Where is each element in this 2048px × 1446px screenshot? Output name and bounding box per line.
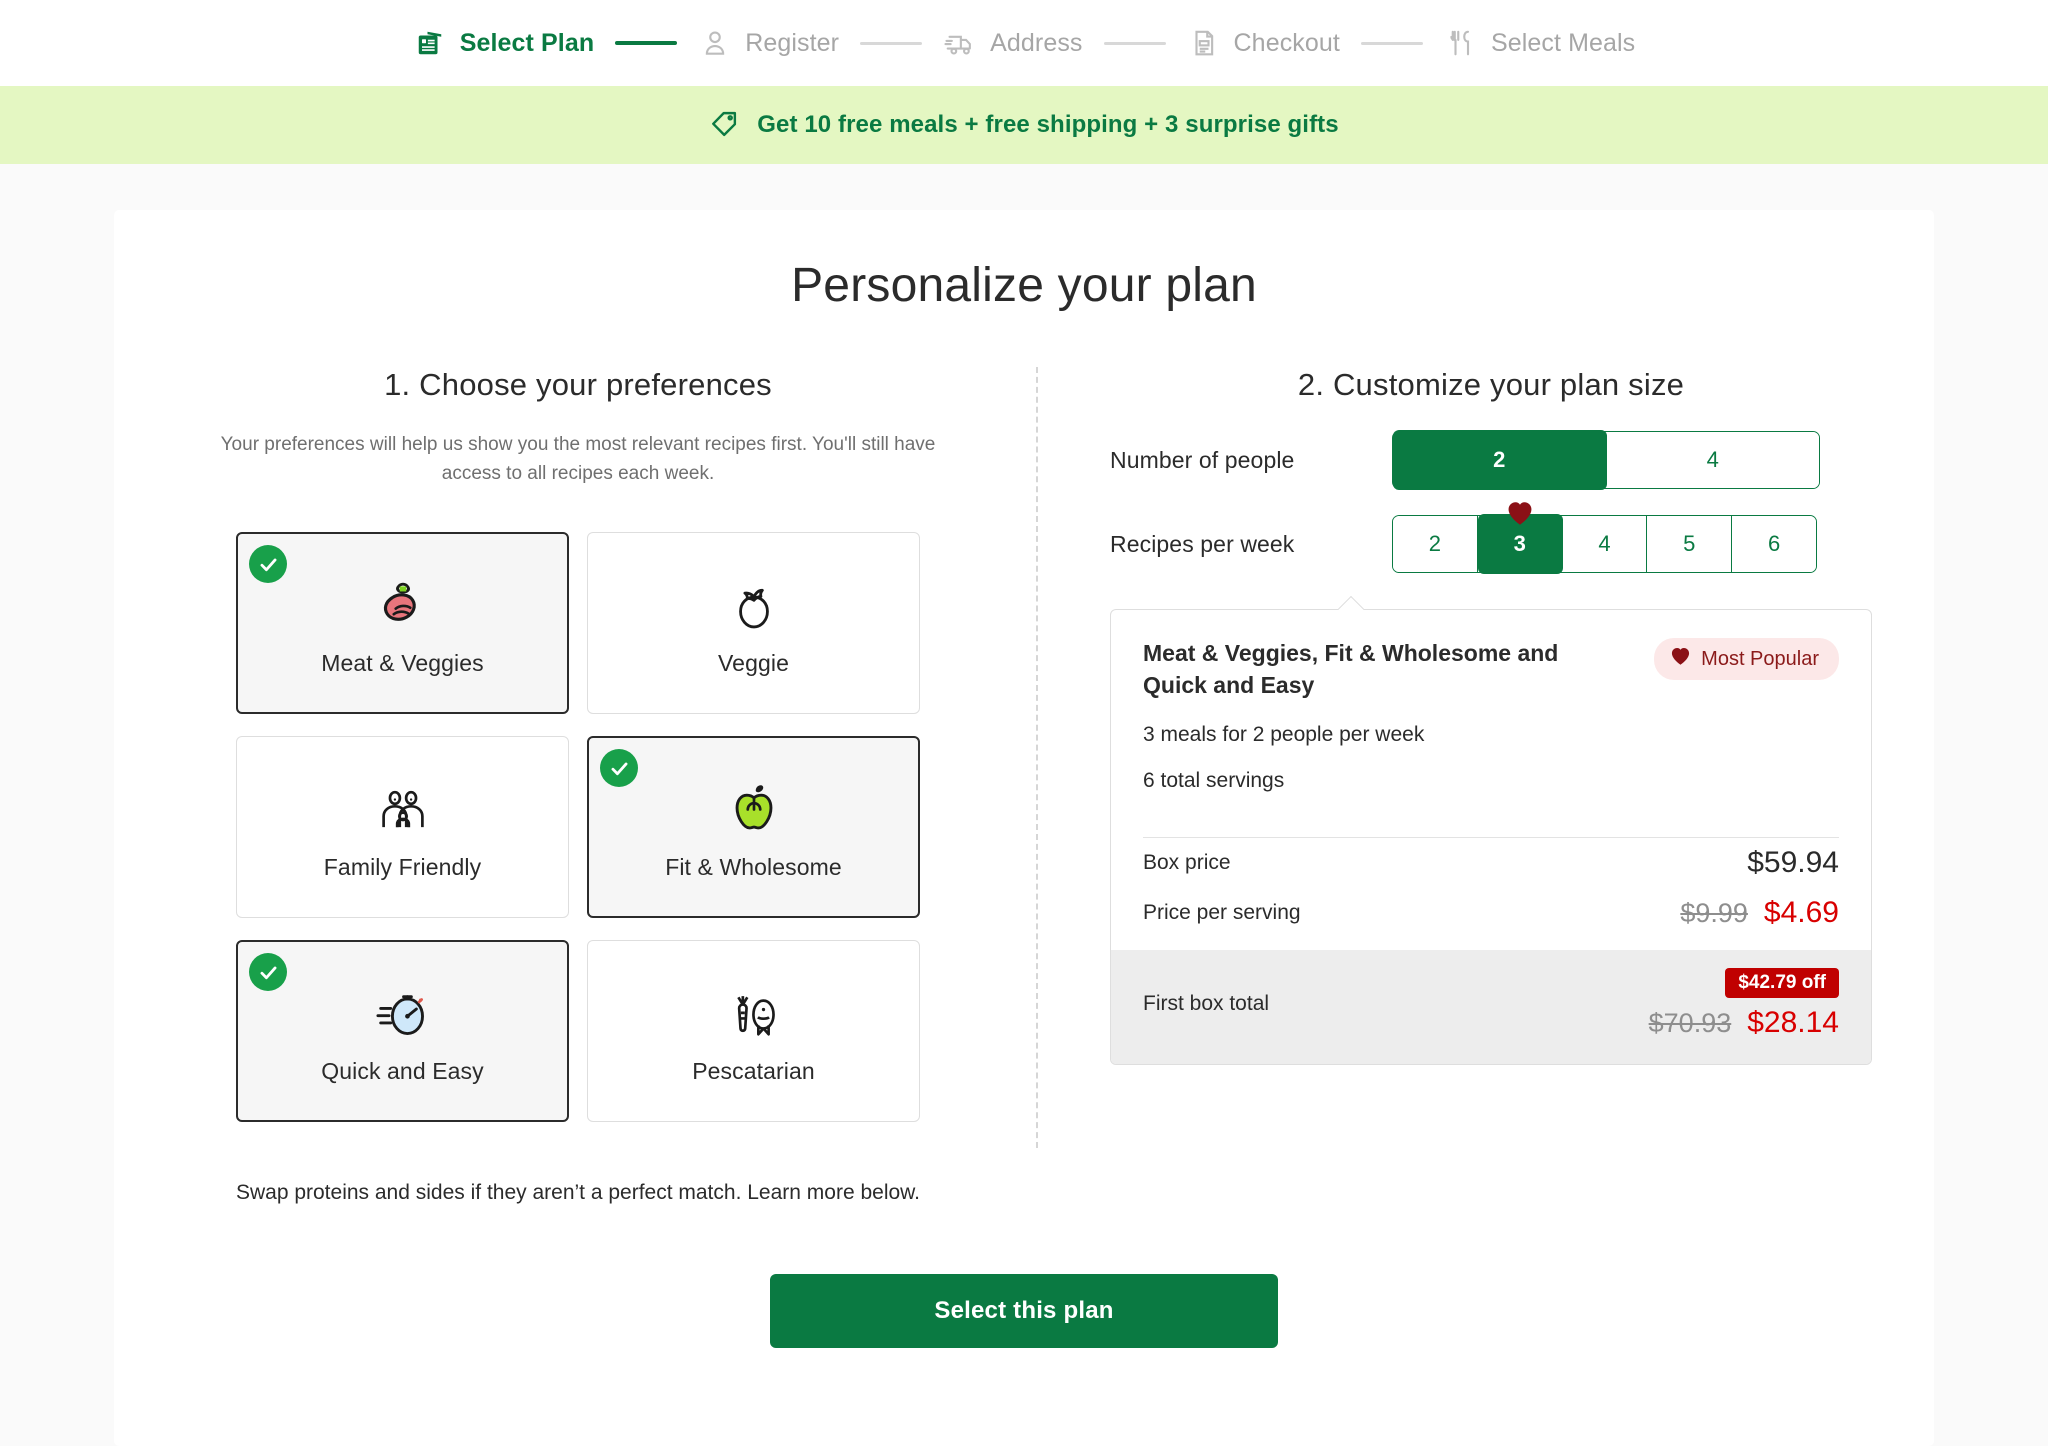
plan-summary-card: Meat & Veggies, Fit & Wholesome and Quic… (1110, 609, 1872, 1066)
total-price-values: $70.93 $28.14 (1649, 1006, 1839, 1040)
summary-meals-line: 3 meals for 2 people per week (1143, 723, 1425, 747)
recipes-option-3[interactable]: 3 (1477, 502, 1563, 574)
price-per-serving-new: $4.69 (1763, 896, 1839, 930)
cta-wrapper: Select this plan (114, 1208, 1934, 1392)
preference-label: Fit & Wholesome (665, 853, 842, 880)
box-price-value: $59.94 (1747, 846, 1839, 880)
preferences-column: 1. Choose your preferences Your preferen… (176, 367, 1036, 1208)
preference-label: Pescatarian (692, 1057, 815, 1084)
tag-icon (709, 107, 741, 144)
preference-label: Meat & Veggies (321, 649, 484, 676)
heart-icon (1670, 646, 1691, 672)
heart-marker-icon (1506, 500, 1534, 526)
recipes-option-3-label: 3 (1513, 531, 1526, 556)
fish-carrot-icon (725, 978, 783, 1042)
check-icon (249, 953, 287, 991)
price-per-serving-values: $9.99 $4.69 (1680, 896, 1839, 930)
truck-icon (943, 26, 977, 60)
recipes-option-4[interactable]: 4 (1562, 516, 1648, 572)
plan-card: Personalize your plan 1. Choose your pre… (114, 210, 1934, 1446)
step-register[interactable]: Register (698, 26, 839, 60)
preference-label: Quick and Easy (321, 1057, 484, 1084)
apple-icon (727, 774, 781, 838)
number-of-people-row: Number of people 2 4 (1110, 430, 1872, 490)
recipes-per-week-label: Recipes per week (1110, 530, 1295, 557)
preferences-title: 1. Choose your preferences (384, 367, 772, 402)
summary-top: Meat & Veggies, Fit & Wholesome and Quic… (1111, 610, 1871, 813)
page-title: Personalize your plan (791, 259, 1257, 312)
price-per-serving-row: Price per serving $9.99 $4.69 (1111, 888, 1871, 938)
recipes-option-2[interactable]: 2 (1393, 516, 1478, 572)
receipt-icon (1187, 26, 1221, 60)
stopwatch-icon (374, 978, 432, 1042)
first-box-total-values: $42.79 off $70.93 $28.14 (1649, 968, 1839, 1040)
progress-stepbar: Select Plan Register Address Checkout Se… (0, 0, 2048, 86)
summary-title: Meat & Veggies, Fit & Wholesome and Quic… (1143, 640, 1559, 698)
select-this-plan-button[interactable]: Select this plan (770, 1274, 1278, 1349)
step-label: Address (990, 28, 1083, 57)
first-box-total-new: $28.14 (1747, 1006, 1839, 1040)
box-price-row: Box price $59.94 (1111, 838, 1871, 888)
step-select-meals[interactable]: Select Meals (1444, 26, 1635, 60)
cutlery-icon (1444, 26, 1478, 60)
plan-icon (413, 26, 447, 60)
step-select-plan[interactable]: Select Plan (413, 26, 595, 60)
summary-caret (1338, 596, 1364, 610)
first-box-total-row: First box total $42.79 off $70.93 $28.14 (1111, 950, 1871, 1065)
promo-text: Get 10 free meals + free shipping + 3 su… (757, 111, 1339, 138)
steak-icon (374, 570, 432, 634)
first-box-total-old: $70.93 (1648, 1008, 1732, 1039)
preference-card-family-friendly[interactable]: Family Friendly (236, 736, 569, 918)
step-connector (860, 41, 923, 45)
check-icon (249, 545, 287, 583)
preference-card-meat-veggies[interactable]: Meat & Veggies (236, 532, 569, 714)
preference-card-fit-wholesome[interactable]: Fit & Wholesome (587, 736, 920, 918)
page-body: Personalize your plan 1. Choose your pre… (0, 164, 2048, 1446)
preferences-footnote: Swap proteins and sides if they aren’t a… (235, 1181, 921, 1204)
first-box-total-label: First box total (1143, 992, 1270, 1016)
plan-summary-wrapper: Meat & Veggies, Fit & Wholesome and Quic… (1110, 609, 1872, 1066)
family-icon (375, 774, 431, 838)
recipes-per-week-row: Recipes per week 2 3 4 5 6 (1110, 502, 1872, 574)
preference-card-quick-and-easy[interactable]: Quick and Easy (236, 940, 569, 1122)
promo-banner: Get 10 free meals + free shipping + 3 su… (0, 86, 2048, 164)
plan-size-title: 2. Customize your plan size (1297, 367, 1685, 402)
recipes-per-week-selector[interactable]: 2 3 4 5 6 (1392, 502, 1817, 574)
step-label: Select Meals (1490, 28, 1636, 57)
recipes-option-5[interactable]: 5 (1647, 516, 1733, 572)
preferences-description: Your preferences will help us show you t… (220, 434, 936, 484)
preference-label: Veggie (718, 649, 789, 676)
number-of-people-selector[interactable]: 2 4 (1392, 430, 1820, 490)
step-address[interactable]: Address (943, 26, 1082, 60)
plan-size-column: 2. Customize your plan size Number of pe… (1038, 367, 1872, 1208)
discount-badge: $42.79 off (1725, 968, 1839, 999)
number-of-people-label: Number of people (1110, 446, 1295, 473)
user-icon (698, 26, 732, 60)
people-option-2[interactable]: 2 (1393, 430, 1607, 490)
most-popular-badge: Most Popular (1654, 638, 1839, 680)
step-connector (1103, 41, 1166, 45)
preference-label: Family Friendly (323, 853, 482, 880)
step-label: Register (745, 28, 840, 57)
step-checkout[interactable]: Checkout (1187, 26, 1340, 60)
preference-card-pescatarian[interactable]: Pescatarian (587, 940, 920, 1122)
step-connector (1360, 41, 1423, 45)
price-per-serving-old: $9.99 (1680, 898, 1748, 929)
summary-servings-line: 6 total servings (1143, 769, 1285, 793)
check-icon (600, 749, 638, 787)
summary-header: Meat & Veggies, Fit & Wholesome and Quic… (1143, 638, 1839, 701)
box-price-label: Box price (1143, 851, 1231, 875)
recipes-option-6[interactable]: 6 (1732, 516, 1816, 572)
step-label: Select Plan (459, 28, 595, 57)
preference-card-veggie[interactable]: Veggie (587, 532, 920, 714)
people-option-4[interactable]: 4 (1606, 432, 1819, 488)
tomato-icon (728, 570, 780, 634)
step-label: Checkout (1233, 28, 1340, 57)
two-column-layout: 1. Choose your preferences Your preferen… (114, 367, 1934, 1208)
most-popular-label: Most Popular (1701, 647, 1819, 670)
step-connector (615, 41, 678, 45)
preferences-grid: Meat & Veggies Veggie Family Friendly Fi… (176, 532, 980, 1122)
price-per-serving-label: Price per serving (1143, 901, 1301, 925)
